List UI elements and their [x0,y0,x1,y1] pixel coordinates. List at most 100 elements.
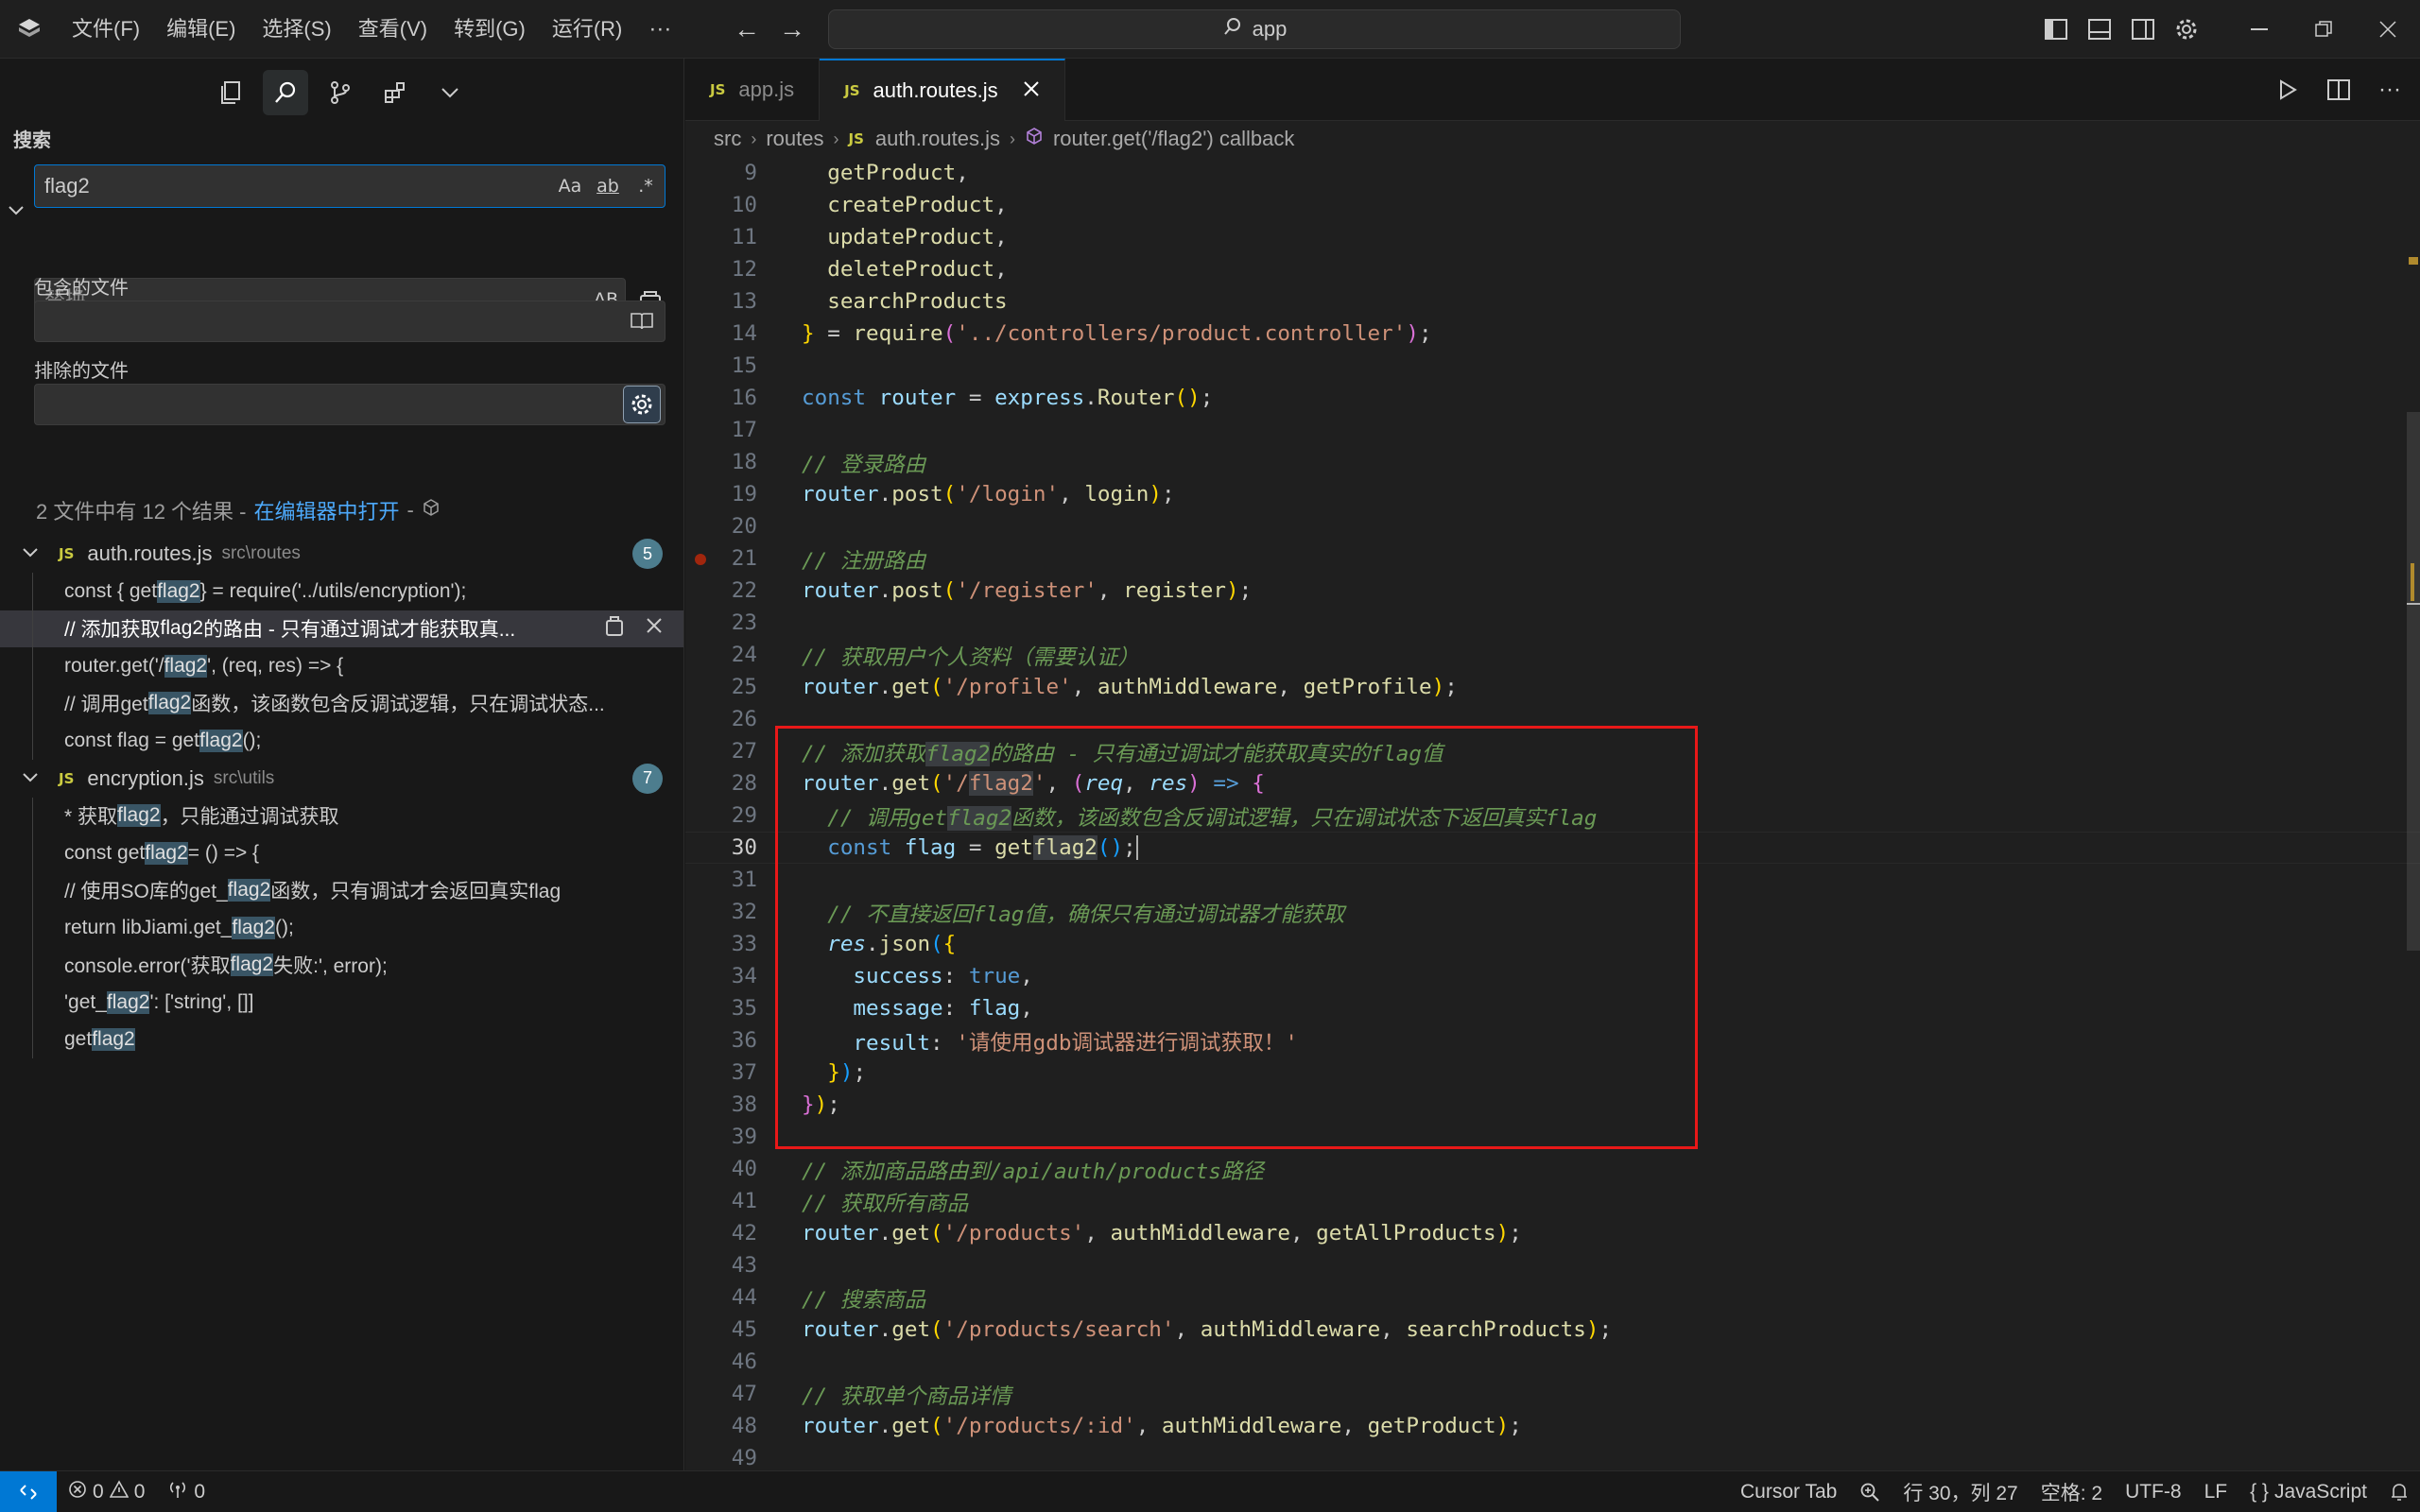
replace-match-icon[interactable] [604,614,625,643]
code-line: 11 updateProduct, [731,225,1008,249]
code-line: 40// 添加商品路由到/api/auth/products路径 [731,1157,1264,1184]
book-icon[interactable] [623,302,661,340]
layout-panel-icon[interactable] [2078,0,2121,59]
dismiss-match-icon[interactable] [646,617,663,640]
exclude-settings-icon[interactable] [623,386,661,423]
match-word-option[interactable]: ab [589,176,627,197]
restore-icon[interactable] [2291,0,2356,59]
menu-view[interactable]: 查看(V) [345,0,441,59]
search-icon[interactable] [263,70,308,115]
indentation-status[interactable]: 空格: 2 [2030,1478,2114,1506]
code-line: 44// 搜索商品 [731,1285,926,1313]
exclude-files-input[interactable] [44,392,623,417]
split-editor-icon[interactable] [2318,69,2360,111]
command-center[interactable]: app [828,9,1681,49]
code-line: 21// 注册路由 [685,542,2420,575]
ports-status[interactable]: 0 [156,1480,216,1504]
code-line: 22 router.post('/register', register); [731,578,1253,603]
result-match-row[interactable]: 'get_ flag2 ': ['string', []] [0,984,683,1022]
menu-run[interactable]: 运行(R) [539,0,636,59]
editor-actions: ··· [2267,59,2411,121]
result-match-row[interactable]: // 使用SO库的get_ flag2 函数，只有调试才会返回真实flag [0,871,683,909]
remote-icon[interactable] [0,1470,57,1512]
result-match-row-selected[interactable]: // 添加获取 flag2 的路由 - 只有通过调试才能获取真... [0,610,683,647]
breadcrumb-routes[interactable]: routes [766,127,823,151]
menu-edit[interactable]: 编辑(E) [153,0,249,59]
code-line: 23 [731,610,757,635]
breadcrumb-symbol[interactable]: router.get('/flag2') callback [1053,127,1294,151]
code-line: 41// 获取所有商品 [731,1189,969,1216]
result-match-row[interactable]: // 调用get flag2 函数，该函数包含反调试逻辑，只在调试状态... [0,684,683,722]
exclude-label: 排除的文件 [34,361,129,382]
menu-selection[interactable]: 选择(S) [249,0,344,59]
toggle-replace-icon[interactable] [8,200,25,222]
back-button[interactable]: ← [724,14,769,44]
more-icon[interactable]: ··· [2369,69,2411,111]
regex-option[interactable]: .* [627,176,665,197]
breakpoint-icon[interactable] [695,554,706,565]
menu-file[interactable]: 文件(F) [59,0,153,59]
search-input[interactable] [44,174,551,198]
run-icon[interactable] [2267,69,2308,111]
result-match-row[interactable]: const get flag2 = () => { [0,834,683,872]
gear-icon[interactable] [2165,0,2208,59]
menu-more-button[interactable]: ··· [635,16,684,43]
menu-go[interactable]: 转到(G) [441,0,539,59]
menu-bar: 文件(F) 编辑(E) 选择(S) 查看(V) 转到(G) 运行(R) ··· [59,0,684,59]
code-line: 14} = require('../controllers/product.co… [731,321,1432,346]
cube-icon[interactable] [422,498,441,523]
layout-sidebar-icon[interactable] [2034,0,2078,59]
match-case-option[interactable]: Aa [551,176,589,197]
title-actions [2034,0,2420,59]
close-icon[interactable] [2356,0,2420,59]
breadcrumb-file[interactable]: auth.routes.js [875,127,1000,151]
extensions-icon[interactable] [372,70,418,115]
breadcrumb: src › routes › JS auth.routes.js › route… [714,127,1295,151]
result-file-auth-routes[interactable]: JS auth.routes.js src\routes 5 [0,535,683,573]
explorer-icon[interactable] [208,70,253,115]
language-status[interactable]: { } JavaScript [2238,1481,2378,1503]
scrollbar-thumb[interactable] [2407,412,2420,951]
result-match-row[interactable]: console.error('获取 flag2 失败:', error); [0,946,683,984]
layout-secondary-icon[interactable] [2121,0,2165,59]
tab-app-js[interactable]: JS app.js [685,59,821,121]
eol-status[interactable]: LF [2193,1481,2239,1503]
bell-icon[interactable] [2378,1482,2420,1503]
result-match-row[interactable]: get flag2 [0,1021,683,1058]
code-line: 20 [731,514,757,539]
tab-close-icon[interactable] [1023,77,1040,104]
cursor-tab-status[interactable]: Cursor Tab [1729,1481,1848,1503]
app-logo-icon [0,0,59,59]
minimize-icon[interactable] [2227,0,2291,59]
encoding-status[interactable]: UTF-8 [2114,1481,2193,1503]
tab-auth-routes-js[interactable]: JS auth.routes.js [820,59,1065,121]
source-control-icon[interactable] [318,70,363,115]
result-match-row[interactable]: * 获取 flag2 ，只能通过调试获取 [0,797,683,834]
result-match-row[interactable]: router.get('/flag2 ', (req, res) => { [0,647,683,685]
problems-status[interactable]: 0 0 [57,1479,156,1504]
editor-scrollbar[interactable] [2407,157,2420,1470]
overview-mark [2409,257,2418,265]
error-icon [68,1480,87,1504]
include-files-input[interactable] [44,309,623,334]
result-file-encryption[interactable]: JS encryption.js src\utils 7 [0,760,683,798]
chevron-down-icon[interactable] [427,70,473,115]
code-line: 37 }); [731,1060,867,1085]
result-match-row[interactable]: return libJiami.get_ flag2 (); [0,909,683,947]
title-bar: 文件(F) 编辑(E) 选择(S) 查看(V) 转到(G) 运行(R) ··· … [0,0,2420,59]
include-label: 包含的文件 [34,278,129,299]
open-in-editor-link[interactable]: 在编辑器中打开 [253,495,399,525]
result-match-row[interactable]: const flag = get flag2 (); [0,722,683,760]
result-count-badge: 7 [632,763,663,794]
code-view[interactable]: 9 getProduct, 10 createProduct, 11 updat… [685,157,2420,1470]
status-right: Cursor Tab 行 30，列 27 空格: 2 UTF-8 LF { } J… [1729,1471,2420,1512]
code-line: 27// 添加获取flag2的路由 - 只有通过调试才能获取真实的flag值 [731,739,1443,766]
result-match-row[interactable]: const { get flag2 } = require('../utils/e… [0,573,683,610]
code-line: 12 deleteProduct, [731,257,1008,282]
zoom-icon[interactable] [1848,1482,1892,1503]
cursor-position[interactable]: 行 30，列 27 [1892,1478,2029,1506]
warning-count: 0 [133,1480,146,1503]
breadcrumb-src[interactable]: src [714,127,741,151]
forward-button[interactable]: → [769,14,815,44]
result-count-badge: 5 [632,539,663,569]
